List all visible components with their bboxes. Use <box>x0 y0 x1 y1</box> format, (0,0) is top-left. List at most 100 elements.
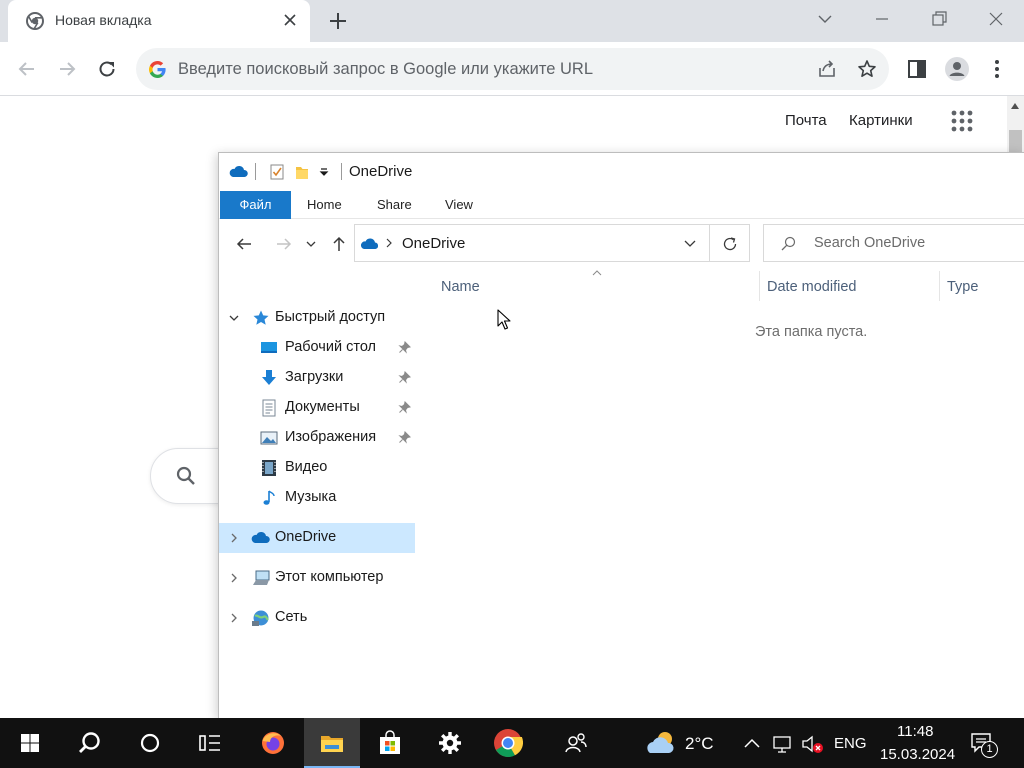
bookmark-star-icon[interactable] <box>856 58 878 80</box>
nav-item-network[interactable]: Сеть <box>219 603 415 633</box>
search-onedrive-box[interactable]: Search OneDrive <box>763 224 1024 262</box>
minimize-icon[interactable] <box>867 6 897 32</box>
address-bar[interactable]: OneDrive <box>354 224 710 262</box>
side-panel-icon[interactable] <box>904 56 930 82</box>
expand-chevron-right-icon[interactable] <box>229 573 239 583</box>
weather-cloud-icon[interactable] <box>643 729 677 757</box>
tab-view[interactable]: View <box>445 191 473 219</box>
nav-item-this-pc[interactable]: Этот компьютер <box>219 563 415 593</box>
tab-share[interactable]: Share <box>377 191 412 219</box>
start-button[interactable] <box>2 718 58 768</box>
nav-label-pictures: Изображения <box>285 429 377 445</box>
expand-chevron-right-icon[interactable] <box>229 533 239 543</box>
scroll-thumb[interactable] <box>1009 130 1022 154</box>
file-explorer-window: OneDrive Файл Home Share View OneDrive S… <box>218 152 1024 718</box>
gmail-link[interactable]: Почта <box>785 112 827 129</box>
clock-date[interactable]: 15.03.2024 <box>880 746 955 763</box>
pin-icon[interactable] <box>398 401 411 414</box>
breadcrumb-onedrive[interactable]: OneDrive <box>402 235 465 252</box>
scroll-up-arrow-icon[interactable] <box>1011 103 1019 109</box>
column-header-name[interactable]: Name <box>441 279 480 295</box>
back-arrow-icon[interactable] <box>14 56 40 82</box>
onedrive-cloud-icon <box>229 165 248 177</box>
taskbar-microsoft-store[interactable] <box>362 718 418 768</box>
close-window-icon[interactable] <box>981 6 1011 32</box>
properties-icon[interactable] <box>269 163 285 181</box>
pin-icon[interactable] <box>398 341 411 354</box>
reload-icon[interactable] <box>94 56 120 82</box>
up-arrow-icon[interactable] <box>329 234 349 254</box>
chrome-menu-icon[interactable] <box>984 56 1010 82</box>
tab-close-icon[interactable] <box>280 10 300 30</box>
address-dropdown-chevron-icon[interactable] <box>683 238 697 250</box>
nav-item-videos[interactable]: Видео <box>219 453 415 483</box>
task-view-button[interactable] <box>182 718 238 768</box>
tab-new-tab[interactable]: Новая вкладка <box>8 0 310 42</box>
profile-avatar-icon[interactable] <box>944 56 970 82</box>
tab-title: Новая вкладка <box>55 12 152 28</box>
nav-item-pictures[interactable]: Изображения <box>219 423 415 453</box>
google-apps-icon[interactable] <box>950 109 974 133</box>
taskbar-people[interactable] <box>548 718 604 768</box>
nav-item-downloads[interactable]: Загрузки <box>219 363 415 393</box>
taskbar-settings[interactable] <box>422 718 478 768</box>
downloads-arrow-icon <box>262 370 276 385</box>
expand-chevron-down-icon[interactable] <box>229 313 239 323</box>
input-language[interactable]: ENG <box>834 735 867 752</box>
nav-item-onedrive[interactable]: OneDrive <box>219 523 415 553</box>
nav-label-quick-access: Быстрый доступ <box>275 309 386 325</box>
omnibox[interactable]: Введите поисковый запрос в Google или ук… <box>136 48 889 90</box>
onedrive-cloud-icon <box>251 531 270 543</box>
network-monitor-icon[interactable] <box>772 734 792 754</box>
nav-label-onedrive: OneDrive <box>275 529 337 545</box>
tab-home[interactable]: Home <box>307 191 342 219</box>
images-link[interactable]: Картинки <box>849 112 913 129</box>
cortana-button[interactable] <box>122 718 178 768</box>
forward-arrow-icon[interactable] <box>274 234 294 254</box>
navigation-row: OneDrive Search OneDrive <box>219 219 1024 265</box>
taskbar-firefox[interactable] <box>245 718 301 768</box>
recent-locations-chevron-icon[interactable] <box>304 234 318 254</box>
column-divider[interactable] <box>939 271 940 301</box>
customize-toolbar-dropdown-icon[interactable] <box>318 163 330 181</box>
nav-item-quick-access[interactable]: Быстрый доступ <box>219 303 415 333</box>
column-divider[interactable] <box>759 271 760 301</box>
windows-logo-icon <box>21 734 39 752</box>
new-folder-icon[interactable] <box>294 163 310 181</box>
nav-item-music[interactable]: Музыка <box>219 483 415 513</box>
share-icon[interactable] <box>816 58 838 80</box>
documents-icon <box>262 399 276 417</box>
volume-muted-icon[interactable] <box>801 734 825 754</box>
mouse-cursor-icon <box>497 309 511 330</box>
column-header-type[interactable]: Type <box>947 279 978 295</box>
restore-icon[interactable] <box>924 6 954 32</box>
pin-icon[interactable] <box>398 371 411 384</box>
nav-item-desktop[interactable]: Рабочий стол <box>219 333 415 363</box>
refresh-button[interactable] <box>710 224 750 262</box>
notification-count-badge: 1 <box>981 741 998 758</box>
breadcrumb-chevron-icon[interactable] <box>384 237 394 249</box>
forward-arrow-icon[interactable] <box>54 56 80 82</box>
nav-item-documents[interactable]: Документы <box>219 393 415 423</box>
back-arrow-icon[interactable] <box>234 234 254 254</box>
videos-film-icon <box>262 460 276 476</box>
action-center-button[interactable]: 1 <box>970 731 1000 759</box>
weather-temperature[interactable]: 2°C <box>685 734 714 754</box>
pin-icon[interactable] <box>398 431 411 444</box>
column-header-date-modified[interactable]: Date modified <box>767 279 856 295</box>
nav-label-videos: Видео <box>285 459 328 475</box>
empty-folder-message: Эта папка пуста. <box>755 324 868 340</box>
search-placeholder: Search OneDrive <box>814 235 926 251</box>
settings-gear-icon <box>439 732 461 754</box>
search-icon <box>781 236 796 251</box>
tab-file[interactable]: Файл <box>220 191 291 219</box>
show-hidden-icons-chevron-icon[interactable] <box>742 734 762 754</box>
new-tab-plus-icon[interactable] <box>326 9 350 33</box>
clock-time[interactable]: 11:48 <box>897 723 933 740</box>
music-note-icon <box>263 490 275 505</box>
tab-search-chevron-icon[interactable] <box>810 6 840 32</box>
search-button[interactable] <box>62 718 118 768</box>
taskbar-file-explorer[interactable] <box>304 718 360 768</box>
expand-chevron-right-icon[interactable] <box>229 613 239 623</box>
taskbar-chrome[interactable] <box>480 718 536 768</box>
